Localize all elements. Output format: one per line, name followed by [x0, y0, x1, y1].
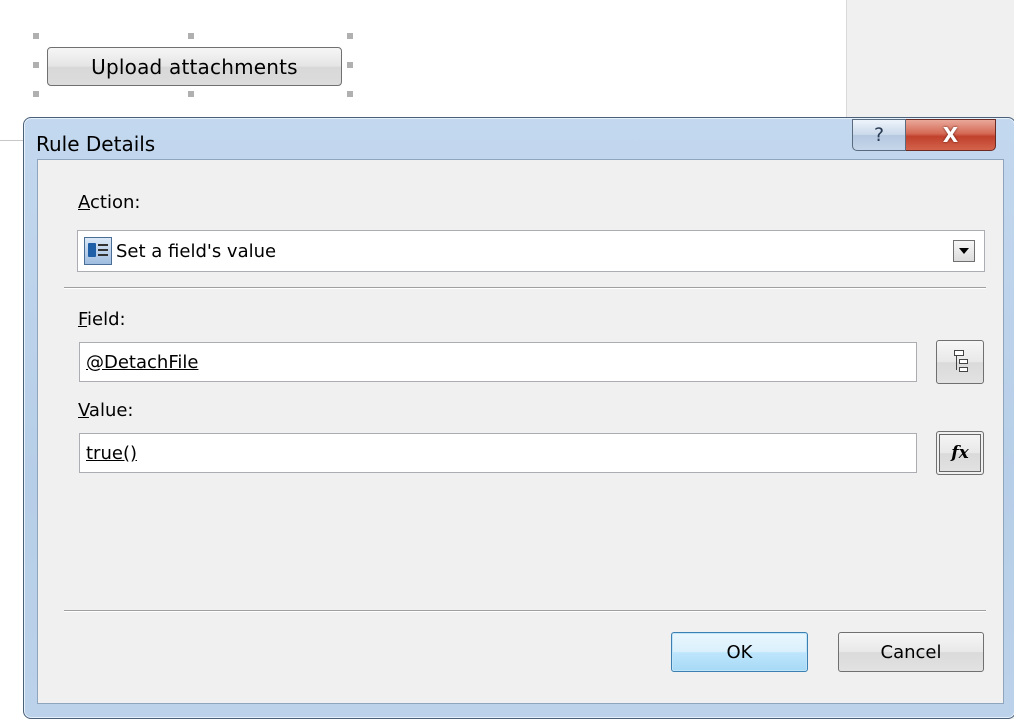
- field-label: Field:: [78, 309, 126, 330]
- chevron-down-icon[interactable]: [953, 240, 975, 262]
- help-icon: ?: [873, 124, 885, 146]
- value-label: Value:: [78, 400, 134, 421]
- action-select[interactable]: Set a field's value: [77, 230, 985, 272]
- cancel-button[interactable]: Cancel: [838, 632, 984, 672]
- separator: [64, 610, 986, 612]
- separator: [64, 287, 986, 289]
- action-label: Action:: [78, 192, 141, 213]
- ok-button[interactable]: OK: [671, 632, 808, 672]
- close-icon: X: [942, 123, 959, 147]
- resize-handle[interactable]: [33, 33, 39, 39]
- upload-attachments-button[interactable]: Upload attachments: [47, 47, 342, 86]
- caption-buttons: ? X: [852, 119, 996, 151]
- resize-handle[interactable]: [33, 91, 39, 97]
- resize-handle[interactable]: [33, 62, 39, 68]
- close-button[interactable]: X: [906, 119, 996, 151]
- resize-handle[interactable]: [188, 91, 194, 97]
- formula-button[interactable]: fx: [936, 431, 984, 475]
- tree-icon: [954, 350, 968, 374]
- resize-handle[interactable]: [347, 62, 353, 68]
- dialog-title: Rule Details: [36, 132, 156, 156]
- field-picker-button[interactable]: [936, 340, 984, 384]
- value-input[interactable]: true(): [79, 433, 917, 473]
- help-button[interactable]: ?: [852, 119, 906, 151]
- resize-handle[interactable]: [188, 33, 194, 39]
- set-field-value-icon: [84, 237, 112, 265]
- formula-icon: fx: [951, 443, 969, 463]
- action-selected-value: Set a field's value: [116, 240, 277, 262]
- resize-handle[interactable]: [347, 91, 353, 97]
- resize-handle[interactable]: [347, 33, 353, 39]
- field-input[interactable]: @DetachFile: [79, 342, 917, 382]
